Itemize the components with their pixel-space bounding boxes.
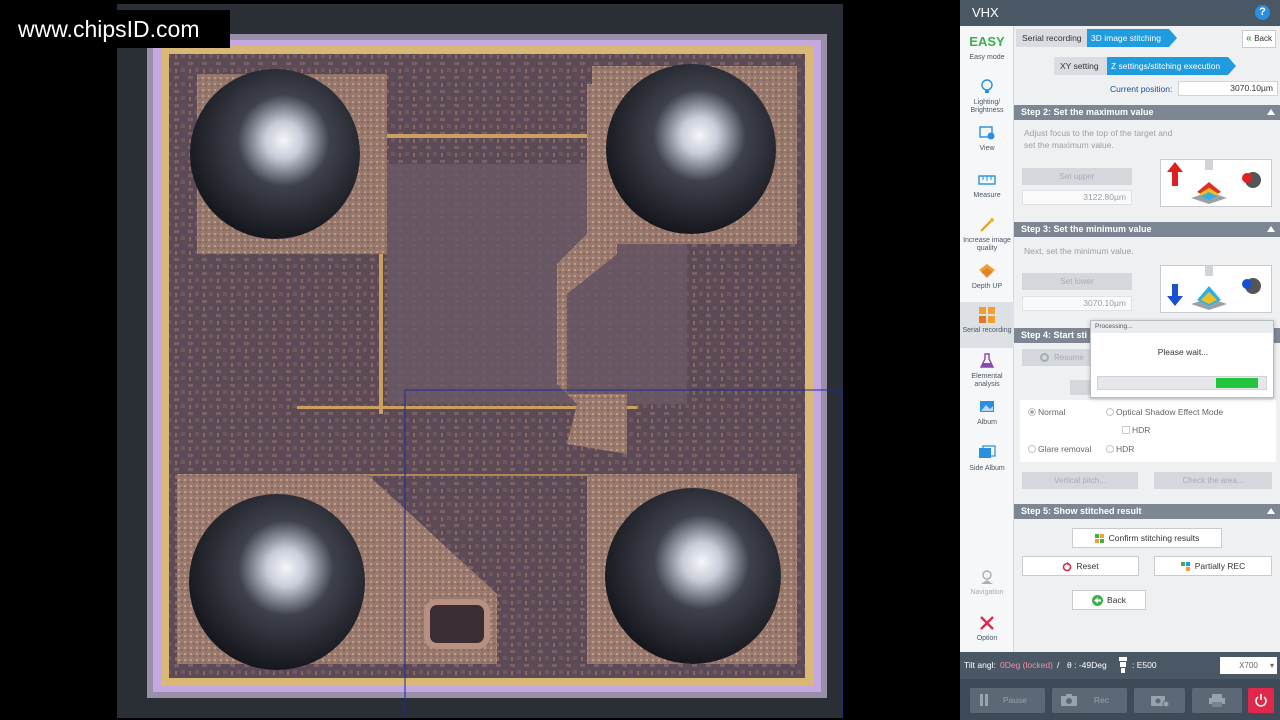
sidebar-item-depth-up[interactable]: Depth UP xyxy=(960,262,1014,291)
current-position-value: 3070.10µm xyxy=(1178,81,1278,96)
camera-settings-button[interactable] xyxy=(1134,688,1185,713)
back-button[interactable]: Back xyxy=(1072,590,1146,610)
pause-icon xyxy=(980,694,988,706)
collapse-icon xyxy=(1267,508,1275,514)
printer-icon xyxy=(1209,694,1225,707)
lens-value: : E500 xyxy=(1132,660,1157,670)
current-position-label: Current position: xyxy=(1110,84,1173,94)
chip-micrograph[interactable] xyxy=(117,4,843,718)
watermark: www.chipsID.com xyxy=(8,10,230,48)
reset-button[interactable]: Reset xyxy=(1022,556,1139,576)
layers-icon xyxy=(979,264,995,278)
partially-rec-button[interactable]: Partially REC xyxy=(1154,556,1272,576)
sidebar-item-option[interactable]: Option xyxy=(960,614,1014,643)
sidebar-item-easy-mode[interactable]: EASY Easy mode xyxy=(960,34,1014,62)
start-stitching-button[interactable] xyxy=(1070,380,1092,395)
hdr-checkbox[interactable]: HDR xyxy=(1122,425,1150,435)
processing-dialog: Processing... Please wait... xyxy=(1090,320,1274,398)
breadcrumb-serial-recording[interactable]: Serial recording xyxy=(1016,29,1090,47)
help-icon[interactable]: ? xyxy=(1255,5,1270,20)
back-top-button[interactable]: « Back xyxy=(1242,30,1276,48)
reset-icon xyxy=(1063,561,1072,572)
side-album-icon xyxy=(979,445,996,458)
lens-icon xyxy=(1119,657,1127,673)
dialog-message: Please wait... xyxy=(1157,347,1209,357)
camera-icon xyxy=(1061,694,1077,706)
ruler-icon xyxy=(978,175,996,185)
sidebar-item-side-album[interactable]: Side Album xyxy=(960,444,1014,473)
sidebar-item-measure[interactable]: Measure xyxy=(960,171,1014,200)
sidebar-item-album[interactable]: Album xyxy=(960,398,1014,427)
theta-value: θ : -49Deg xyxy=(1067,660,1107,670)
lower-value: 3070.10µm xyxy=(1022,296,1132,311)
hdr-radio[interactable]: HDR xyxy=(1106,444,1134,454)
stitching-options: Normal Optical Shadow Effect Mode HDR Gl… xyxy=(1020,400,1276,462)
collapse-icon xyxy=(1267,109,1275,115)
navigation-icon xyxy=(981,570,993,584)
flask-icon xyxy=(979,353,995,368)
optical-shadow-radio[interactable]: Optical Shadow Effect Mode xyxy=(1106,407,1223,417)
breadcrumb-3d-stitching[interactable]: 3D image stitching xyxy=(1087,29,1177,47)
bottom-toolbar: Pause Rec xyxy=(960,679,1280,720)
double-chevron-left-icon: « xyxy=(1246,33,1252,44)
set-lower-illustration xyxy=(1160,265,1272,313)
vertical-pitch-button[interactable]: Vertical pitch... xyxy=(1022,472,1138,489)
tools-icon xyxy=(980,616,994,630)
camera-gear-icon xyxy=(1151,696,1169,707)
step2-header[interactable]: Step 2: Set the maximum value xyxy=(1014,105,1280,120)
status-separator: / xyxy=(1057,660,1060,670)
sidebar-item-view[interactable]: View xyxy=(960,124,1014,153)
progress-bar xyxy=(1097,376,1267,390)
step2-description: Adjust focus to the top of the target an… xyxy=(1024,128,1173,150)
breadcrumb-xy-setting[interactable]: XY setting xyxy=(1054,57,1107,75)
album-icon xyxy=(980,401,994,412)
tilt-value: 0Deg (locked) xyxy=(1000,660,1053,670)
set-upper-illustration xyxy=(1160,159,1272,207)
confirm-stitching-button[interactable]: Confirm stitching results xyxy=(1072,528,1222,548)
power-button[interactable] xyxy=(1248,688,1274,713)
dialog-title: Processing... xyxy=(1091,321,1273,333)
side-navigation: EASY Easy mode Lighting/ Brightness View… xyxy=(960,26,1014,652)
sidebar-item-elemental-analysis[interactable]: Elemental analysis xyxy=(960,352,1014,389)
collapse-icon xyxy=(1267,226,1275,232)
image-viewer[interactable]: www.chipsID.com xyxy=(0,0,960,720)
upper-value: 3122.80µm xyxy=(1022,190,1132,205)
sidebar-item-navigation[interactable]: Navigation xyxy=(960,568,1014,597)
print-button[interactable] xyxy=(1192,688,1242,713)
breadcrumb-z-settings[interactable]: Z settings/stitching execution xyxy=(1107,57,1237,75)
back-arrow-icon xyxy=(1092,595,1104,607)
check-area-button[interactable]: Check the area... xyxy=(1154,472,1272,489)
app-titlebar: VHX ? xyxy=(960,0,1280,26)
stitch-icon xyxy=(1094,533,1104,543)
bulb-icon xyxy=(981,79,993,93)
easy-mode-icon: EASY xyxy=(969,34,1005,49)
screen: www.chipsID.com VHX ? EASY Easy mode Lig… xyxy=(0,0,1280,720)
step3-header[interactable]: Step 3: Set the minimum value xyxy=(1014,222,1280,237)
set-upper-button[interactable]: Set upper xyxy=(1022,168,1132,185)
wand-icon xyxy=(980,218,994,232)
step3-description: Next, set the minimum value. xyxy=(1024,246,1134,256)
status-bar: Tilt angl: 0Deg (locked) / θ : -49Deg : … xyxy=(960,652,1280,679)
grid-icon xyxy=(979,307,995,323)
glare-removal-radio[interactable]: Glare removal xyxy=(1028,444,1091,454)
step5-header[interactable]: Step 5: Show stitched result xyxy=(1014,504,1280,519)
pause-button[interactable]: Pause xyxy=(970,688,1045,713)
set-lower-button[interactable]: Set lower xyxy=(1022,273,1132,290)
sidebar-item-serial-recording[interactable]: Serial recording xyxy=(960,302,1014,348)
partial-rec-icon xyxy=(1180,561,1190,571)
resume-icon xyxy=(1040,353,1049,362)
normal-radio[interactable]: Normal xyxy=(1028,407,1065,417)
zoom-select[interactable]: X700 xyxy=(1220,657,1277,674)
app-title: VHX xyxy=(972,5,999,20)
tilt-label: Tilt angl: xyxy=(964,660,996,670)
sidebar-item-lighting[interactable]: Lighting/ Brightness xyxy=(960,78,1014,115)
power-icon xyxy=(1255,694,1267,707)
sidebar-item-image-quality[interactable]: Increase image quality xyxy=(960,216,1014,253)
view-icon xyxy=(979,126,995,140)
rec-button[interactable]: Rec xyxy=(1052,688,1127,713)
progress-fill xyxy=(1216,378,1258,388)
